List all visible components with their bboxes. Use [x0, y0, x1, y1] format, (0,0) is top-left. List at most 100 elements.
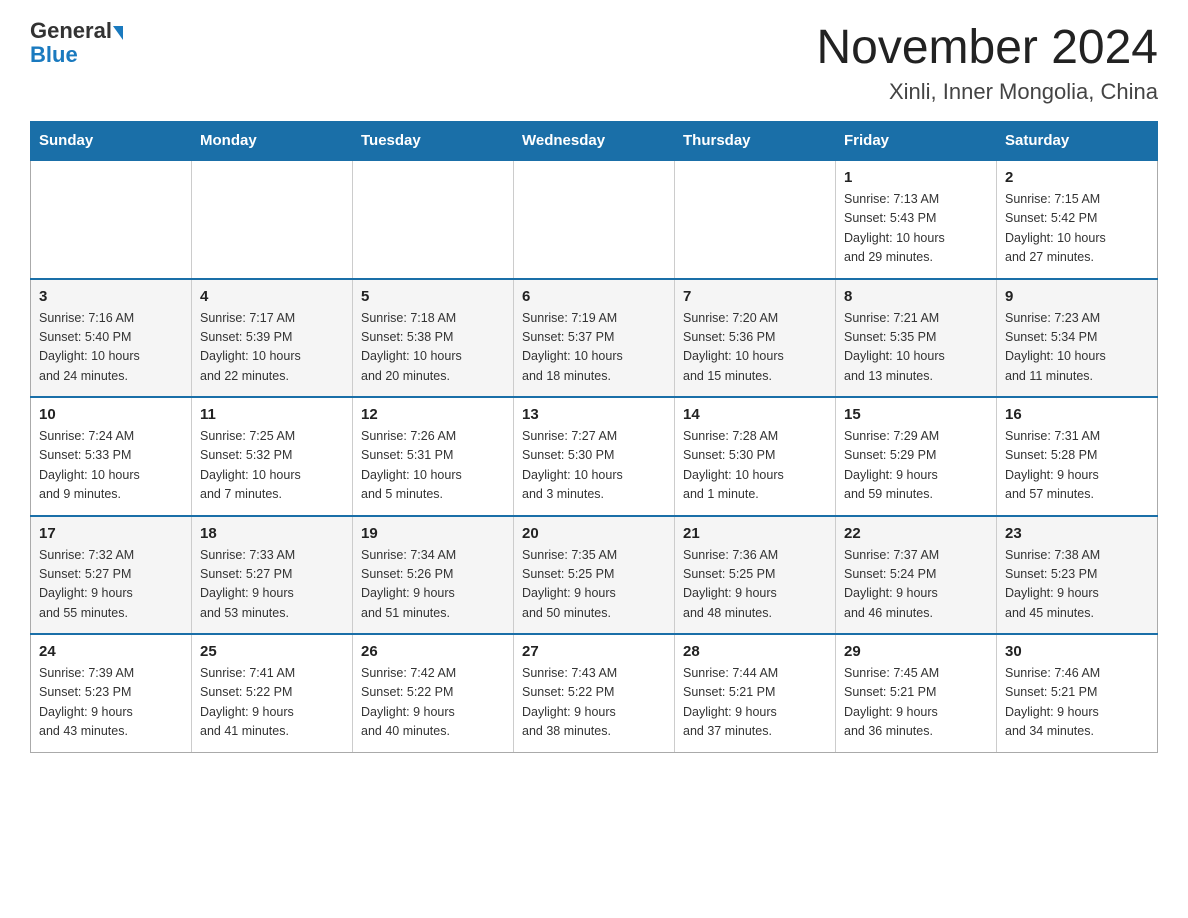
day-info: Sunrise: 7:41 AMSunset: 5:22 PMDaylight:…	[200, 664, 344, 742]
day-number: 5	[361, 288, 505, 305]
day-number: 11	[200, 406, 344, 423]
calendar-cell: 14Sunrise: 7:28 AMSunset: 5:30 PMDayligh…	[675, 397, 836, 516]
day-number: 30	[1005, 643, 1149, 660]
calendar-cell: 29Sunrise: 7:45 AMSunset: 5:21 PMDayligh…	[836, 634, 997, 752]
day-number: 7	[683, 288, 827, 305]
calendar-cell: 28 Sunrise: 7:44 AMSunset: 5:21 PMDayligh…	[675, 634, 836, 752]
day-number: 21	[683, 525, 827, 542]
day-info: Sunrise: 7:20 AMSunset: 5:36 PMDaylight:…	[683, 309, 827, 387]
calendar-table: SundayMondayTuesdayWednesdayThursdayFrid…	[30, 121, 1158, 753]
subtitle: Xinli, Inner Mongolia, China	[816, 79, 1158, 105]
weekday-header-monday: Monday	[192, 122, 353, 161]
calendar-cell: 5 Sunrise: 7:18 AMSunset: 5:38 PMDaylight…	[353, 279, 514, 398]
day-number: 28	[683, 643, 827, 660]
day-info: Sunrise: 7:24 AMSunset: 5:33 PMDaylight:…	[39, 427, 183, 505]
calendar-cell: 25Sunrise: 7:41 AMSunset: 5:22 PMDayligh…	[192, 634, 353, 752]
day-info: Sunrise: 7:21 AMSunset: 5:35 PMDaylight:…	[844, 309, 988, 387]
day-info: Sunrise: 7:43 AMSunset: 5:22 PMDaylight:…	[522, 664, 666, 742]
weekday-header-thursday: Thursday	[675, 122, 836, 161]
day-info: Sunrise: 7:36 AMSunset: 5:25 PMDaylight:…	[683, 546, 827, 624]
calendar-cell: 27 Sunrise: 7:43 AMSunset: 5:22 PMDayligh…	[514, 634, 675, 752]
weekday-header-friday: Friday	[836, 122, 997, 161]
day-info: Sunrise: 7:31 AMSunset: 5:28 PMDaylight:…	[1005, 427, 1149, 505]
logo-text: General	[30, 20, 125, 42]
calendar-cell: 19Sunrise: 7:34 AMSunset: 5:26 PMDayligh…	[353, 516, 514, 635]
day-info: Sunrise: 7:32 AMSunset: 5:27 PMDaylight:…	[39, 546, 183, 624]
calendar-cell	[675, 160, 836, 279]
day-number: 23	[1005, 525, 1149, 542]
day-number: 18	[200, 525, 344, 542]
logo-blue-text: Blue	[30, 42, 78, 68]
day-info: Sunrise: 7:19 AMSunset: 5:37 PMDaylight:…	[522, 309, 666, 387]
calendar-cell	[353, 160, 514, 279]
day-number: 15	[844, 406, 988, 423]
calendar-cell: 20Sunrise: 7:35 AMSunset: 5:25 PMDayligh…	[514, 516, 675, 635]
main-title: November 2024	[816, 20, 1158, 75]
weekday-header-saturday: Saturday	[997, 122, 1158, 161]
calendar-week-row: 17 Sunrise: 7:32 AMSunset: 5:27 PMDayligh…	[31, 516, 1158, 635]
calendar-cell: 4 Sunrise: 7:17 AMSunset: 5:39 PMDaylight…	[192, 279, 353, 398]
day-number: 26	[361, 643, 505, 660]
day-info: Sunrise: 7:44 AMSunset: 5:21 PMDaylight:…	[683, 664, 827, 742]
calendar-cell	[514, 160, 675, 279]
day-number: 19	[361, 525, 505, 542]
day-number: 14	[683, 406, 827, 423]
day-number: 20	[522, 525, 666, 542]
weekday-header-sunday: Sunday	[31, 122, 192, 161]
header: General Blue November 2024 Xinli, Inner …	[30, 20, 1158, 105]
day-number: 13	[522, 406, 666, 423]
calendar-week-row: 10 Sunrise: 7:24 AMSunset: 5:33 PMDayligh…	[31, 397, 1158, 516]
day-info: Sunrise: 7:25 AMSunset: 5:32 PMDaylight:…	[200, 427, 344, 505]
day-info: Sunrise: 7:17 AMSunset: 5:39 PMDaylight:…	[200, 309, 344, 387]
calendar-cell: 2 Sunrise: 7:15 AMSunset: 5:42 PMDaylight…	[997, 160, 1158, 279]
calendar-cell: 3 Sunrise: 7:16 AMSunset: 5:40 PMDaylight…	[31, 279, 192, 398]
day-info: Sunrise: 7:42 AMSunset: 5:22 PMDaylight:…	[361, 664, 505, 742]
day-info: Sunrise: 7:46 AMSunset: 5:21 PMDaylight:…	[1005, 664, 1149, 742]
day-info: Sunrise: 7:23 AMSunset: 5:34 PMDaylight:…	[1005, 309, 1149, 387]
day-info: Sunrise: 7:29 AMSunset: 5:29 PMDaylight:…	[844, 427, 988, 505]
calendar-cell: 6 Sunrise: 7:19 AMSunset: 5:37 PMDaylight…	[514, 279, 675, 398]
calendar-cell: 23 Sunrise: 7:38 AMSunset: 5:23 PMDayligh…	[997, 516, 1158, 635]
calendar-cell: 1Sunrise: 7:13 AMSunset: 5:43 PMDaylight…	[836, 160, 997, 279]
day-number: 22	[844, 525, 988, 542]
day-info: Sunrise: 7:15 AMSunset: 5:42 PMDaylight:…	[1005, 190, 1149, 268]
day-number: 6	[522, 288, 666, 305]
day-number: 24	[39, 643, 183, 660]
day-info: Sunrise: 7:27 AMSunset: 5:30 PMDaylight:…	[522, 427, 666, 505]
day-info: Sunrise: 7:18 AMSunset: 5:38 PMDaylight:…	[361, 309, 505, 387]
calendar-cell: 7 Sunrise: 7:20 AMSunset: 5:36 PMDaylight…	[675, 279, 836, 398]
day-number: 8	[844, 288, 988, 305]
logo-blue-label: Blue	[30, 42, 78, 67]
weekday-header-row: SundayMondayTuesdayWednesdayThursdayFrid…	[31, 122, 1158, 161]
day-info: Sunrise: 7:16 AMSunset: 5:40 PMDaylight:…	[39, 309, 183, 387]
logo-general-text: General	[30, 20, 112, 42]
calendar-week-row: 3 Sunrise: 7:16 AMSunset: 5:40 PMDaylight…	[31, 279, 1158, 398]
day-number: 9	[1005, 288, 1149, 305]
day-number: 12	[361, 406, 505, 423]
calendar-week-row: 1Sunrise: 7:13 AMSunset: 5:43 PMDaylight…	[31, 160, 1158, 279]
logo-triangle-icon	[113, 26, 123, 40]
day-number: 16	[1005, 406, 1149, 423]
weekday-header-wednesday: Wednesday	[514, 122, 675, 161]
calendar-cell	[31, 160, 192, 279]
day-info: Sunrise: 7:13 AMSunset: 5:43 PMDaylight:…	[844, 190, 988, 268]
calendar-cell: 15 Sunrise: 7:29 AMSunset: 5:29 PMDayligh…	[836, 397, 997, 516]
day-info: Sunrise: 7:39 AMSunset: 5:23 PMDaylight:…	[39, 664, 183, 742]
day-number: 27	[522, 643, 666, 660]
day-info: Sunrise: 7:38 AMSunset: 5:23 PMDaylight:…	[1005, 546, 1149, 624]
calendar-cell: 11 Sunrise: 7:25 AMSunset: 5:32 PMDayligh…	[192, 397, 353, 516]
day-info: Sunrise: 7:26 AMSunset: 5:31 PMDaylight:…	[361, 427, 505, 505]
day-number: 3	[39, 288, 183, 305]
day-number: 10	[39, 406, 183, 423]
calendar-cell: 16 Sunrise: 7:31 AMSunset: 5:28 PMDayligh…	[997, 397, 1158, 516]
calendar-week-row: 24 Sunrise: 7:39 AMSunset: 5:23 PMDayligh…	[31, 634, 1158, 752]
calendar-cell: 30 Sunrise: 7:46 AMSunset: 5:21 PMDayligh…	[997, 634, 1158, 752]
day-number: 2	[1005, 169, 1149, 186]
day-number: 4	[200, 288, 344, 305]
calendar-cell: 8 Sunrise: 7:21 AMSunset: 5:35 PMDaylight…	[836, 279, 997, 398]
day-number: 17	[39, 525, 183, 542]
calendar-cell: 24 Sunrise: 7:39 AMSunset: 5:23 PMDayligh…	[31, 634, 192, 752]
calendar-cell: 13 Sunrise: 7:27 AMSunset: 5:30 PMDayligh…	[514, 397, 675, 516]
calendar-cell: 10 Sunrise: 7:24 AMSunset: 5:33 PMDayligh…	[31, 397, 192, 516]
title-area: November 2024 Xinli, Inner Mongolia, Chi…	[816, 20, 1158, 105]
